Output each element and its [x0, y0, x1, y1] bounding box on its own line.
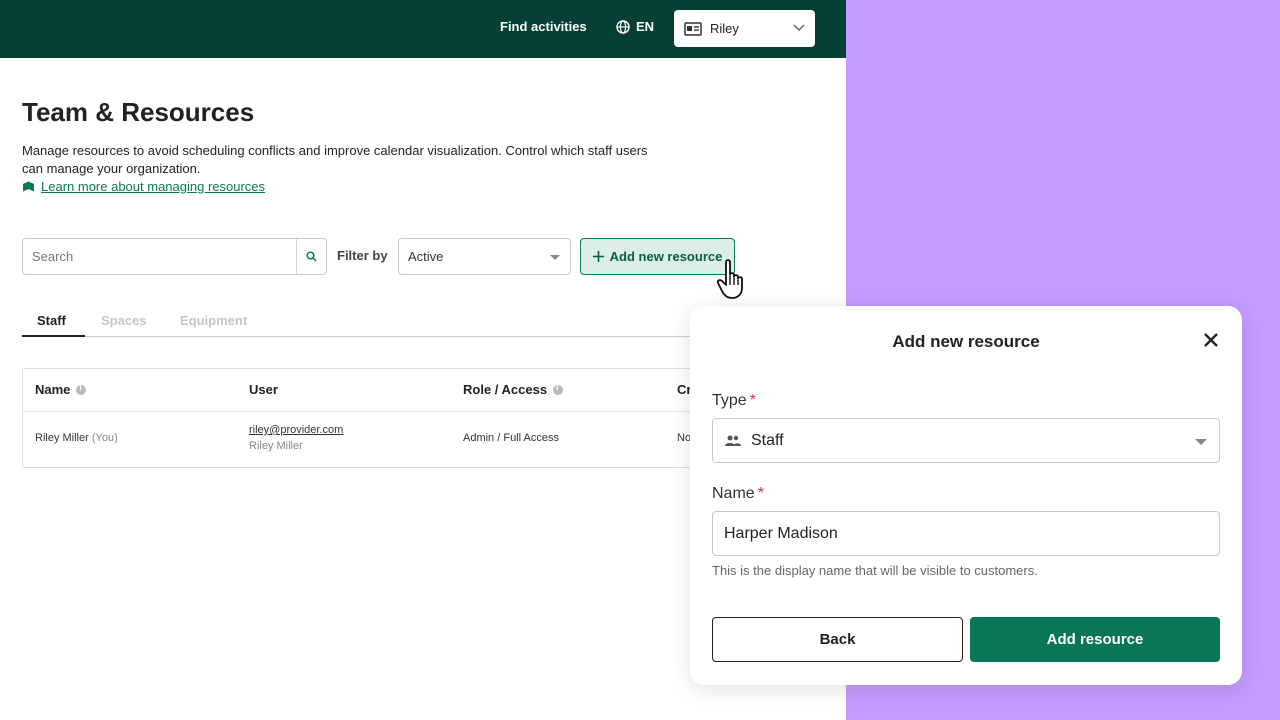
filter-label: Filter by — [337, 248, 388, 263]
language-label: EN — [636, 19, 655, 34]
add-resource-modal: Add new resource Type* Staff Name* This … — [690, 306, 1242, 685]
column-name-label: Name — [35, 382, 71, 397]
type-value: Staff — [751, 431, 784, 449]
column-role-label: Role / Access — [463, 382, 548, 397]
learn-more-text: Learn more about managing resources — [41, 179, 266, 194]
add-new-resource-button[interactable]: Add new resource — [580, 238, 735, 275]
resources-table: Name User Role / Access Cr Riley Miller … — [22, 368, 722, 468]
type-field-label: Type * — [712, 392, 756, 410]
learn-more-link[interactable]: Learn more about managing resources — [22, 179, 265, 194]
info-icon[interactable] — [553, 383, 564, 395]
tab-spaces[interactable]: Spaces — [101, 313, 147, 328]
add-resource-button[interactable]: Add resource — [970, 617, 1220, 662]
resource-name: Riley Miller — [35, 432, 89, 444]
language-selector[interactable]: EN — [616, 19, 654, 34]
required-marker: * — [757, 485, 764, 502]
caret-down-icon — [550, 255, 560, 260]
globe-icon — [616, 19, 630, 34]
plus-icon — [592, 251, 604, 262]
user-menu-select[interactable]: Riley — [674, 10, 815, 47]
you-suffix: (You) — [91, 432, 118, 444]
required-marker: * — [749, 392, 756, 409]
column-header-role: Role / Access — [463, 382, 564, 397]
book-icon — [23, 181, 34, 192]
people-icon — [725, 435, 741, 446]
find-activities-link[interactable]: Find activities — [500, 19, 587, 34]
search-box — [22, 238, 327, 275]
search-button[interactable] — [296, 239, 326, 274]
table-header: Name User Role / Access Cr — [23, 369, 721, 412]
tab-equipment[interactable]: Equipment — [180, 313, 247, 328]
column-header-user: User — [249, 382, 278, 397]
close-icon[interactable] — [1202, 331, 1220, 349]
chevron-down-icon — [793, 24, 805, 32]
add-new-resource-label: Add new resource — [609, 249, 723, 264]
resource-tabs: Staff Spaces Equipment — [22, 310, 712, 337]
row-name-cell: Riley Miller (You) — [35, 432, 118, 444]
role-access-cell: Admin / Full Access — [463, 432, 559, 444]
hand-cursor-icon — [716, 258, 752, 305]
tab-staff[interactable]: Staff — [37, 313, 66, 328]
type-label-text: Type — [712, 392, 747, 409]
cr-cell: No — [677, 432, 692, 444]
column-header-name: Name — [35, 382, 87, 397]
back-button[interactable]: Back — [712, 617, 963, 662]
modal-title: Add new resource — [892, 332, 1040, 351]
info-icon[interactable] — [76, 383, 87, 395]
page-title: Team & Resources — [22, 97, 255, 127]
page-description: Manage resources to avoid scheduling con… — [22, 143, 648, 176]
search-icon — [306, 251, 317, 262]
search-input[interactable] — [23, 239, 298, 274]
caret-down-icon — [1195, 439, 1207, 445]
name-label-text: Name — [712, 485, 755, 502]
user-full-name: Riley Miller — [249, 440, 303, 452]
filter-value: Active — [408, 249, 444, 264]
user-email-link[interactable]: riley@provider.com — [249, 424, 343, 436]
id-card-icon — [684, 21, 702, 36]
type-select[interactable]: Staff — [712, 418, 1220, 463]
name-hint-text: This is the display name that will be vi… — [712, 563, 1038, 578]
filter-select[interactable]: Active — [398, 238, 571, 275]
name-field-label: Name * — [712, 485, 764, 503]
user-name: Riley — [710, 21, 739, 36]
active-tab-indicator — [22, 335, 85, 337]
top-navigation-bar: Find activities EN Riley — [0, 0, 846, 58]
name-input[interactable] — [712, 511, 1220, 556]
